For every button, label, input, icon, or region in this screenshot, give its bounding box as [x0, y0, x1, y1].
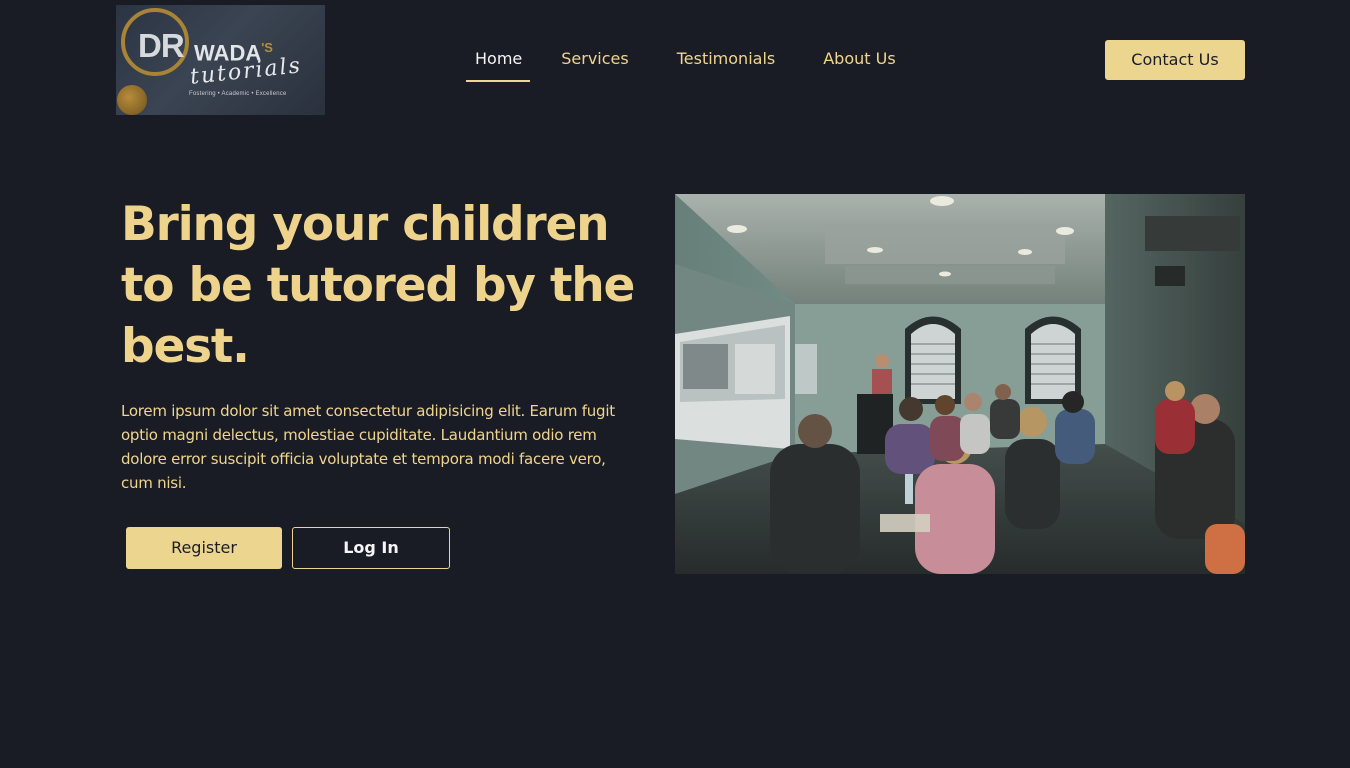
login-button[interactable]: Log In: [292, 527, 450, 569]
register-button[interactable]: Register: [126, 527, 282, 569]
site-logo[interactable]: DR WADA'S tutorials Fostering • Academic…: [116, 5, 325, 115]
logo-dot: [117, 85, 147, 115]
contact-us-button[interactable]: Contact Us: [1105, 40, 1245, 80]
hero-description: Lorem ipsum dolor sit amet consectetur a…: [121, 402, 615, 492]
classroom-photo: [675, 194, 1245, 574]
nav-about-us-link[interactable]: About Us: [823, 40, 895, 82]
nav-testimonials-link[interactable]: Testimonials: [677, 40, 776, 82]
logo-tagline: Fostering • Academic • Excellence: [189, 91, 287, 97]
nav-services-link[interactable]: Services: [561, 40, 628, 82]
nav-home-link[interactable]: Home: [466, 40, 531, 82]
hero-title: Bring your children to be tutored by the…: [121, 197, 635, 374]
main-nav: Home Services Testimonials About Us: [466, 40, 944, 82]
logo-possessive: 'S: [261, 40, 273, 55]
logo-prefix: DR: [138, 27, 185, 64]
